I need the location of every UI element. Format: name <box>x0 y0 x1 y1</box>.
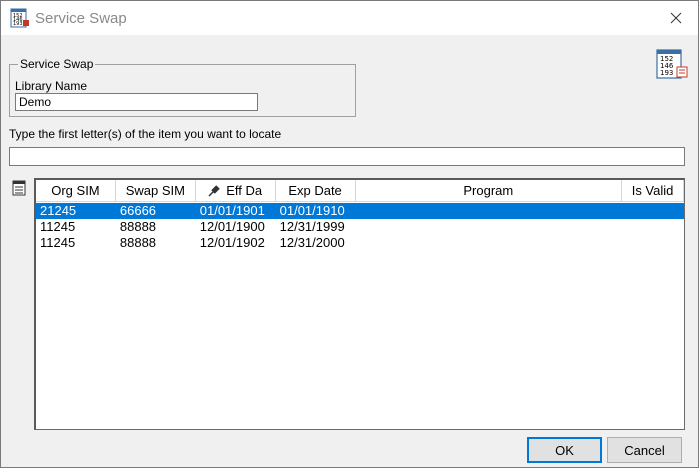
grid-rows: 21245 66666 01/01/1901 01/01/1910 11245 … <box>36 203 684 251</box>
group-legend: Service Swap <box>18 57 96 71</box>
cell-exp-date: 01/01/1910 <box>279 203 345 218</box>
table-row[interactable]: 21245 66666 01/01/1901 01/01/1910 <box>36 203 684 219</box>
cell-org-sim: 11245 <box>40 219 76 234</box>
column-header-is-valid[interactable]: Is Valid <box>622 180 684 202</box>
cell-exp-date: 12/31/1999 <box>279 219 345 234</box>
cell-program <box>356 219 623 235</box>
column-header-program[interactable]: Program <box>355 180 623 202</box>
app-icon: 152 146 193 <box>10 8 29 28</box>
close-icon <box>670 12 682 24</box>
title-bar[interactable]: 152 146 193 Service Swap <box>1 1 698 35</box>
cell-is-valid <box>622 203 684 219</box>
window-title: Service Swap <box>35 10 127 27</box>
cell-exp-date: 12/31/2000 <box>279 235 345 250</box>
cell-is-valid <box>622 235 684 251</box>
column-header-org-sim[interactable]: Org SIM <box>36 180 116 202</box>
column-header-swap-sim[interactable]: Swap SIM <box>115 180 196 202</box>
column-header-exp-date[interactable]: Exp Date <box>275 180 356 202</box>
cell-eff-date: 01/01/1901 <box>199 203 265 218</box>
service-swap-group: Service Swap Library Name <box>9 57 356 117</box>
swap-grid[interactable]: Org SIM Swap SIM Eff Da Exp Date Program… <box>34 178 685 430</box>
locate-label: Type the first letter(s) of the item you… <box>9 127 282 141</box>
cell-is-valid <box>622 219 684 235</box>
svg-text:193: 193 <box>660 69 673 77</box>
cell-program <box>356 203 623 219</box>
column-header-eff-date[interactable]: Eff Da <box>195 180 276 202</box>
locate-input[interactable] <box>9 147 685 166</box>
cell-swap-sim: 88888 <box>119 219 157 234</box>
cell-org-sim: 21245 <box>40 203 77 218</box>
cell-swap-sim: 88888 <box>119 235 157 250</box>
service-swap-window: 152 146 193 Service Swap Service Swap Li… <box>0 0 699 468</box>
cell-eff-date: 12/01/1902 <box>199 235 265 250</box>
cell-eff-date: 12/01/1900 <box>199 219 265 234</box>
svg-text:193: 193 <box>13 21 23 27</box>
cell-org-sim: 11245 <box>40 235 76 250</box>
pin-icon <box>208 184 220 197</box>
ok-button[interactable]: OK <box>527 437 602 463</box>
library-name-field[interactable] <box>15 93 258 111</box>
cell-program <box>356 235 623 251</box>
library-name-label: Library Name <box>15 79 88 93</box>
cell-swap-sim: 66666 <box>119 203 157 218</box>
cancel-button[interactable]: Cancel <box>607 437 682 463</box>
table-row[interactable]: 11245 88888 12/01/1902 12/31/2000 <box>36 235 684 251</box>
close-button[interactable] <box>654 1 698 35</box>
grid-header: Org SIM Swap SIM Eff Da Exp Date Program… <box>36 180 684 202</box>
service-list-icon: 152 146 193 <box>656 49 688 79</box>
table-row[interactable]: 11245 88888 12/01/1900 12/31/1999 <box>36 219 684 235</box>
column-chooser-icon[interactable] <box>10 179 28 197</box>
